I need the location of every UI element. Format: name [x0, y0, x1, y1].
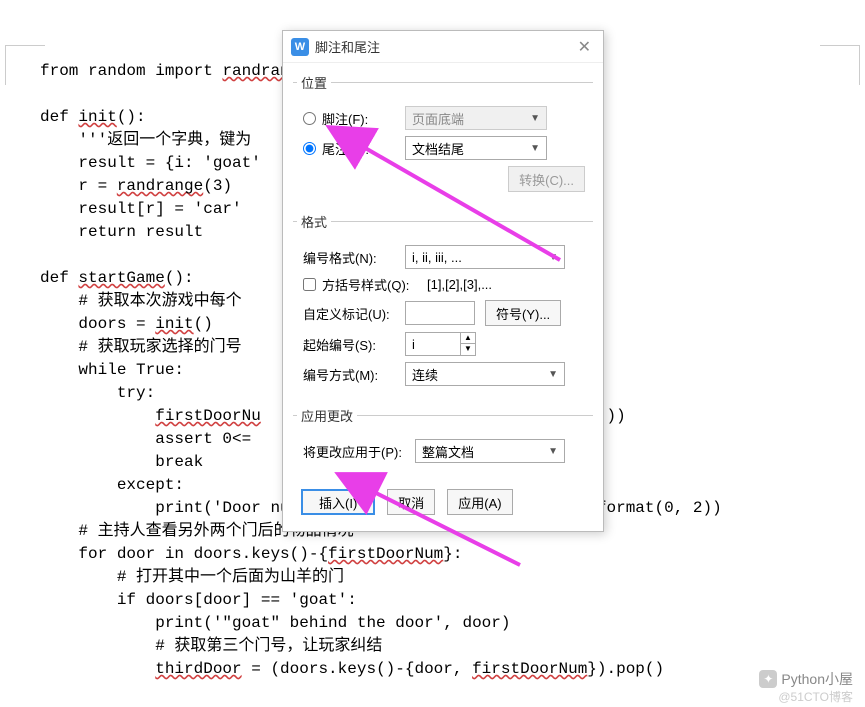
footnote-radio-label[interactable]: 脚注(F): [297, 109, 405, 128]
code-line: except: [40, 476, 184, 494]
code-line: def startGame(): [40, 269, 194, 287]
dialog-button-row: 插入(I) 取消 应用(A) [293, 483, 593, 521]
spinner-down[interactable]: ▼ [460, 344, 476, 356]
endnote-radio-label[interactable]: 尾注(E): [297, 139, 405, 158]
apply-to-select[interactable]: 整篇文档▼ [415, 439, 565, 463]
code-line: result = {i: 'goat' [40, 154, 261, 172]
code-line: if doors[door] == 'goat': [40, 591, 357, 609]
apply-changes-group: 应用更改 将更改应用于(P): 整篇文档▼ [293, 406, 593, 473]
convert-button: 转换(C)... [508, 166, 585, 192]
endnote-radio[interactable] [303, 142, 316, 155]
footnote-endnote-dialog: W 脚注和尾注 ✕ 位置 脚注(F): 页面底端▼ 尾注(E): [282, 30, 604, 532]
code-line: r = randrange(3) [40, 177, 232, 195]
bracket-checkbox-label[interactable]: 方括号样式(Q): [297, 275, 427, 294]
custom-mark-label: 自定义标记(U): [297, 304, 405, 323]
format-legend: 格式 [297, 212, 331, 231]
code-line: from random import randrange [40, 62, 309, 80]
dialog-title: 脚注和尾注 [315, 37, 574, 56]
numbering-mode-label: 编号方式(M): [297, 365, 405, 384]
start-number-input[interactable]: i [405, 332, 461, 356]
code-line: def init(): [40, 108, 146, 126]
number-format-label: 编号格式(N): [297, 248, 405, 267]
number-format-select[interactable]: i, ii, iii, ...▼ [405, 245, 565, 269]
footnote-radio[interactable] [303, 112, 316, 125]
start-number-label: 起始编号(S): [297, 335, 405, 354]
bracket-checkbox[interactable] [303, 278, 316, 291]
position-group: 位置 脚注(F): 页面底端▼ 尾注(E): 文档结尾▼ [293, 73, 593, 202]
code-line: break [40, 453, 203, 471]
symbol-button[interactable]: 符号(Y)... [485, 300, 561, 326]
endnote-position-select[interactable]: 文档结尾▼ [405, 136, 547, 160]
format-group: 格式 编号格式(N): i, ii, iii, ...▼ 方括号样式(Q): [… [293, 212, 593, 396]
bracket-sample: [1],[2],[3],... [427, 277, 492, 292]
position-legend: 位置 [297, 73, 331, 92]
code-line: return result [40, 223, 203, 241]
code-line: assert 0<= [40, 430, 261, 448]
code-line: # 打开其中一个后面为山羊的门 [40, 568, 344, 586]
code-line: for door in doors.keys()-{firstDoorNum}: [40, 545, 462, 563]
footnote-position-select: 页面底端▼ [405, 106, 547, 130]
code-line: while True: [40, 361, 184, 379]
page-corner-tl [5, 45, 45, 85]
dialog-body: 位置 脚注(F): 页面底端▼ 尾注(E): 文档结尾▼ [283, 63, 603, 531]
numbering-mode-select[interactable]: 连续▼ [405, 362, 565, 386]
cancel-button[interactable]: 取消 [387, 489, 435, 515]
close-icon[interactable]: ✕ [574, 37, 595, 57]
watermark-blog: @51CTO博客 [778, 688, 853, 705]
wechat-icon: ✦ [759, 670, 777, 688]
apply-to-label: 将更改应用于(P): [297, 442, 415, 461]
apply-button[interactable]: 应用(A) [447, 489, 512, 515]
spinner-up[interactable]: ▲ [460, 332, 476, 344]
code-line: doors = init() [40, 315, 213, 333]
code-line: try: [40, 384, 155, 402]
code-line: result[r] = 'car' [40, 200, 242, 218]
footnote-text: 脚注(F): [322, 109, 368, 128]
code-line: thirdDoor = (doors.keys()-{door, firstDo… [40, 660, 664, 678]
dialog-title-bar[interactable]: W 脚注和尾注 ✕ [283, 31, 603, 63]
code-line: '''返回一个字典，键为 [40, 131, 251, 149]
app-icon: W [291, 38, 309, 56]
code-line: print('"goat" behind the door', door) [40, 614, 510, 632]
custom-mark-input[interactable] [405, 301, 475, 325]
insert-button[interactable]: 插入(I) [301, 489, 375, 515]
code-line: # 获取第三个门号，让玩家纠结 [40, 637, 382, 655]
code-line: # 获取本次游戏中每个 [40, 292, 242, 310]
watermark-wechat: ✦ Python小屋 [759, 669, 853, 689]
apply-changes-legend: 应用更改 [297, 406, 357, 425]
code-line: # 获取玩家选择的门号 [40, 338, 242, 356]
endnote-text: 尾注(E): [322, 139, 369, 158]
